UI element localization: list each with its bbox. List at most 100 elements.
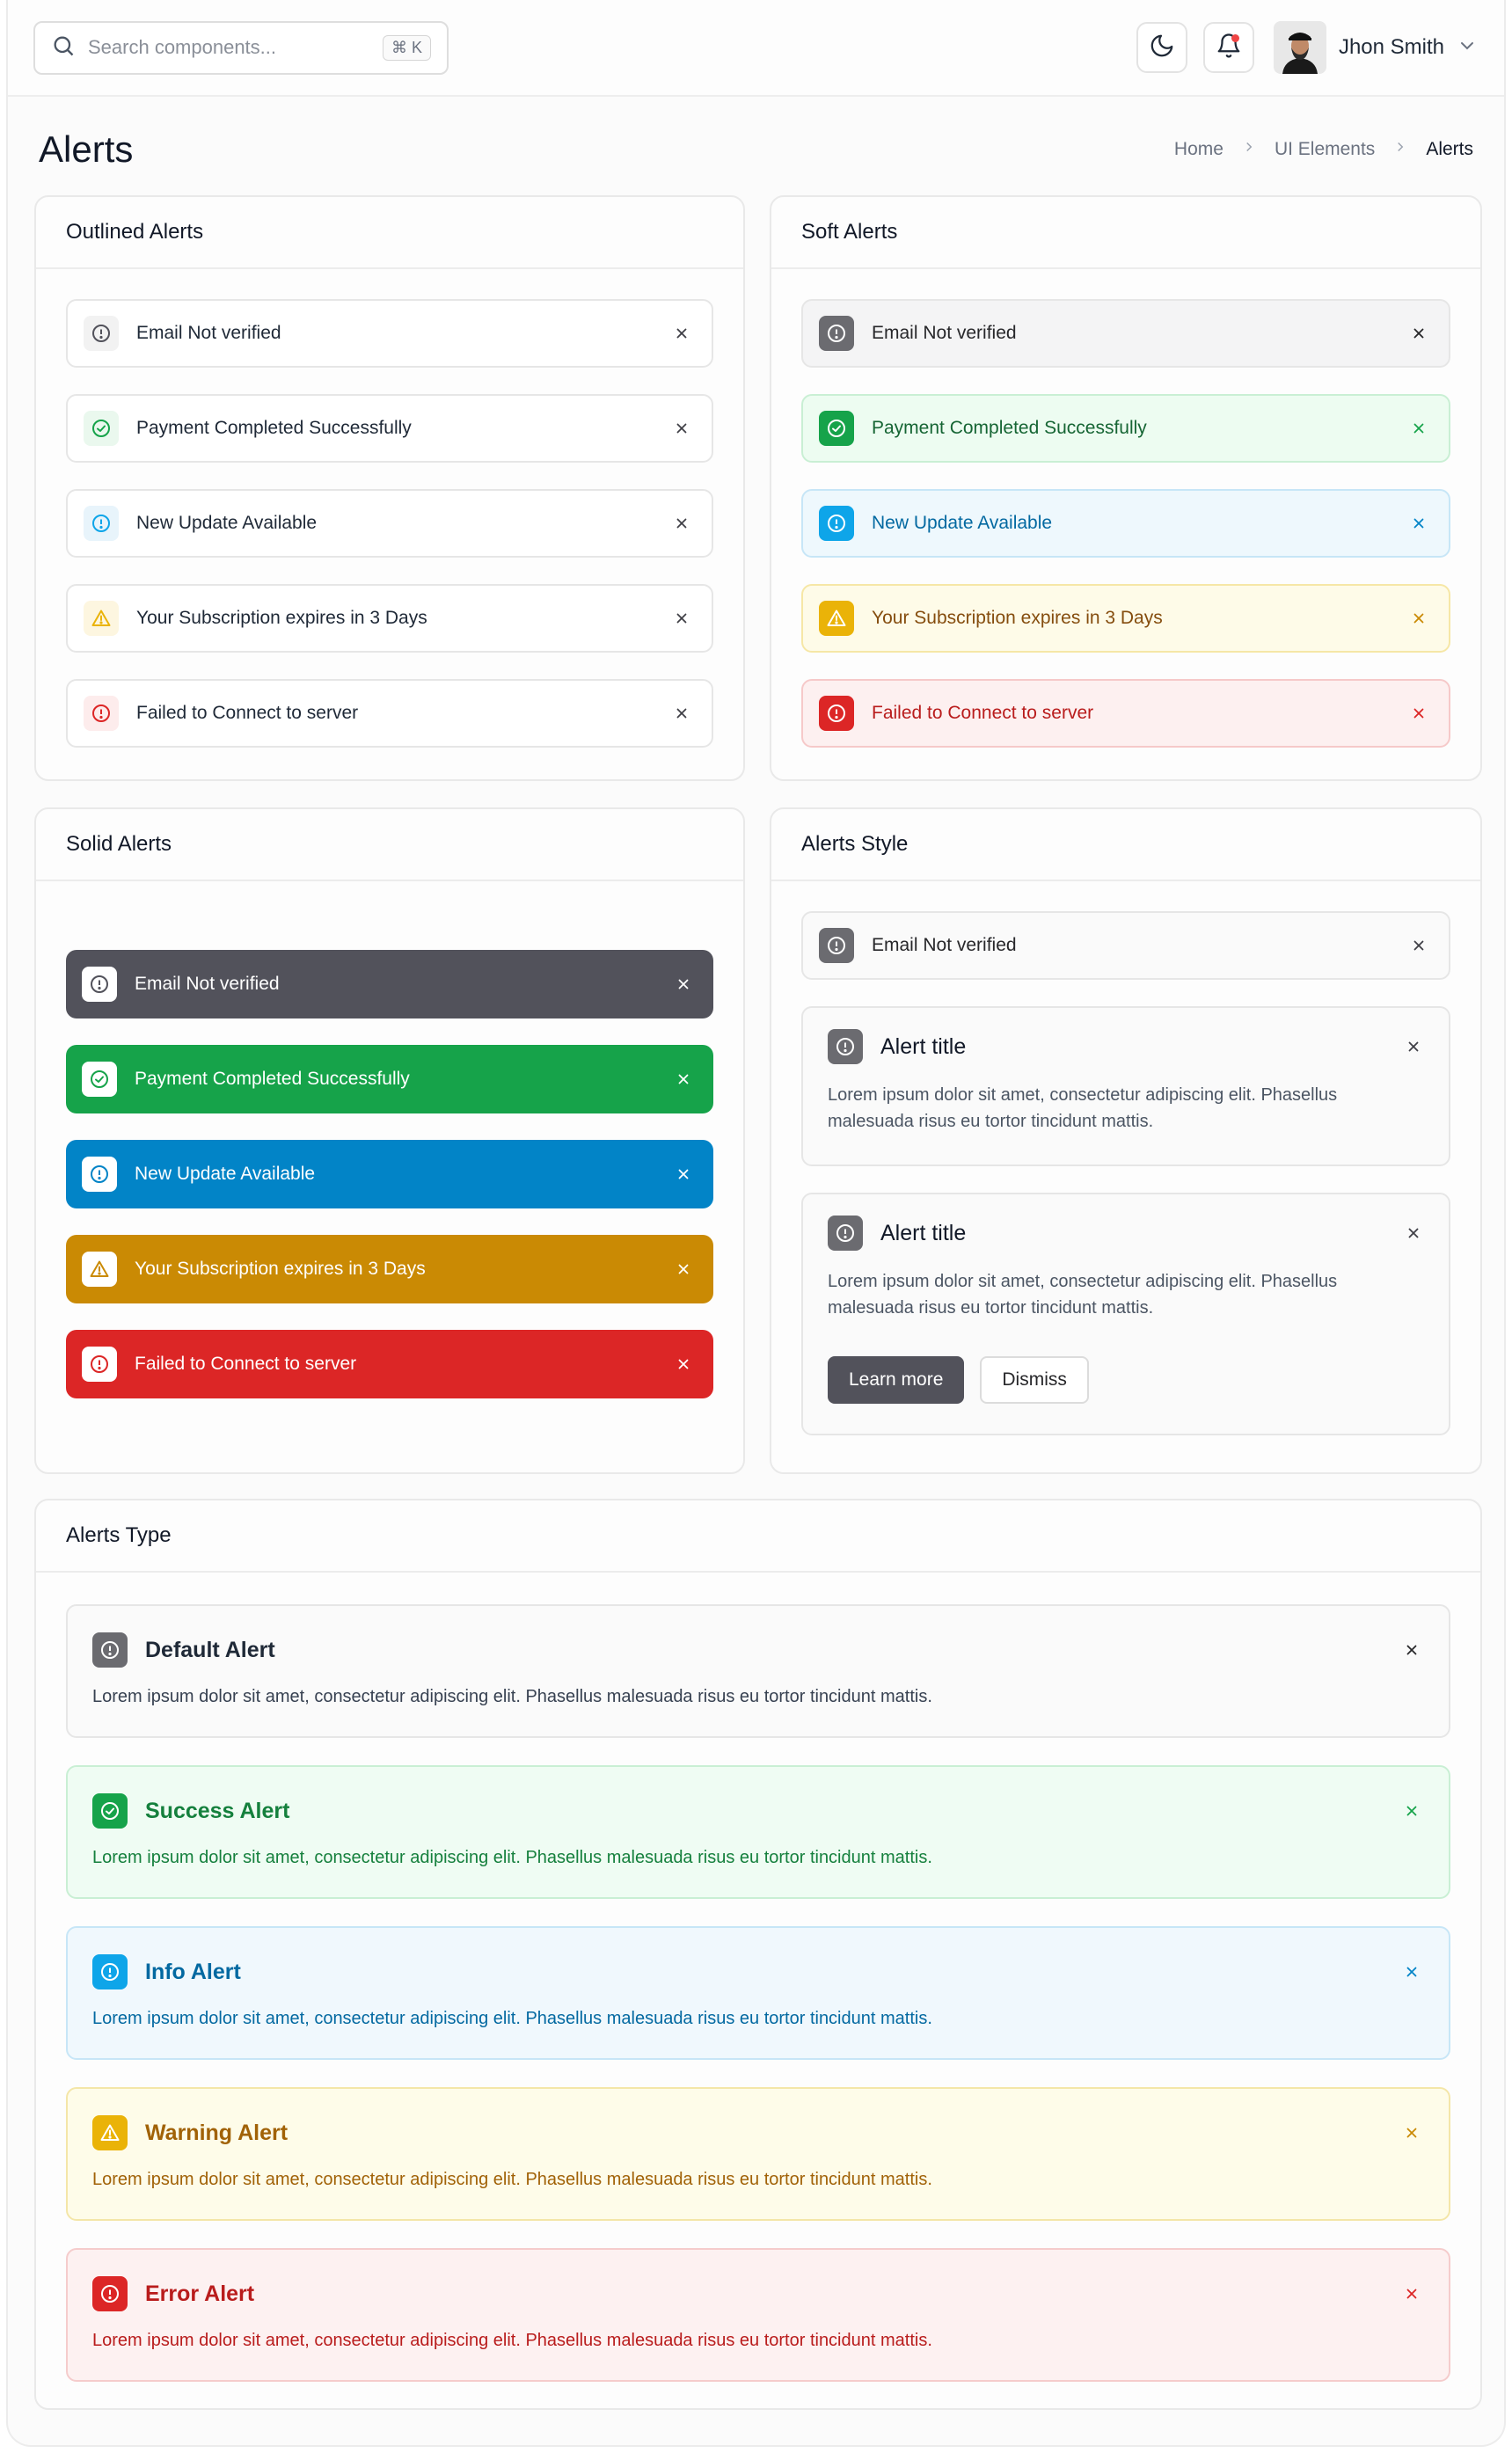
theme-toggle-button[interactable] — [1136, 22, 1187, 73]
alert-item: Email Not verified — [66, 950, 713, 1018]
notifications-button[interactable] — [1202, 22, 1254, 73]
alert-header: Info Alert — [92, 1954, 1422, 1989]
alert-type-item: Error Alert Lorem ipsum dolor sit amet, c… — [66, 2248, 1450, 2382]
alert-item: Failed to Connect to server — [66, 679, 713, 748]
alert-title: Default Alert — [145, 1637, 275, 1662]
close-icon[interactable] — [1408, 418, 1429, 439]
email-not-verified-alert: Email Not verified — [801, 911, 1450, 980]
close-icon[interactable] — [671, 323, 692, 344]
close-icon[interactable] — [671, 418, 692, 439]
alert-title: Error Alert — [145, 2281, 255, 2306]
alert-item: Email Not verified — [66, 299, 713, 368]
info-circle-icon — [84, 316, 119, 351]
close-icon[interactable] — [1403, 1036, 1424, 1057]
alert-header: Warning Alert — [92, 2115, 1422, 2150]
alert-description: Lorem ipsum dolor sit amet, consectetur … — [92, 1687, 932, 1706]
alert-label: Payment Completed Successfully — [136, 418, 412, 438]
learn-more-button[interactable]: Learn more — [828, 1356, 965, 1404]
check-circle-icon — [84, 411, 119, 446]
close-icon[interactable] — [1401, 1639, 1422, 1661]
alert-description: Lorem ipsum dolor sit amet, consectetur … — [92, 2170, 932, 2189]
check-circle-icon — [92, 1793, 128, 1829]
search-icon — [51, 33, 76, 62]
close-icon[interactable] — [1401, 1961, 1422, 1982]
alert-label: Email Not verified — [872, 935, 1017, 955]
moon-icon — [1149, 33, 1175, 63]
card-title: Outlined Alerts — [36, 197, 743, 269]
alert-header: Alert title — [828, 1029, 1424, 1064]
page-title: Alerts — [39, 128, 134, 170]
alert-label: Payment Completed Successfully — [135, 1069, 410, 1089]
alert-item: Email Not verified — [801, 299, 1450, 368]
card-body: Email Not verified Payment Completed Succ… — [771, 269, 1480, 779]
alert-label: Your Subscription expires in 3 Days — [872, 608, 1163, 628]
close-icon[interactable] — [1401, 2122, 1422, 2143]
header-actions: Jhon Smith — [1136, 21, 1478, 74]
card-title: Soft Alerts — [771, 197, 1480, 269]
alert-label: Email Not verified — [136, 323, 281, 343]
alert-label: Failed to Connect to server — [135, 1354, 357, 1374]
alert-label: Failed to Connect to server — [136, 703, 359, 723]
breadcrumb-ui-elements[interactable]: UI Elements — [1275, 139, 1375, 160]
card-body: Email Not verified Payment Completed Succ… — [36, 881, 743, 1455]
close-icon[interactable] — [1403, 1223, 1424, 1244]
close-icon[interactable] — [1408, 608, 1429, 629]
info-circle-icon — [84, 506, 119, 541]
chevron-right-icon — [1392, 139, 1408, 160]
breadcrumb-home[interactable]: Home — [1174, 139, 1223, 160]
close-icon[interactable] — [673, 1069, 694, 1090]
solid-alerts-card: Solid Alerts Email Not verified Payment C… — [34, 807, 745, 1474]
alerts-type-card: Alerts Type Default Alert Lorem ipsum dol… — [34, 1499, 1482, 2410]
alert-with-actions: Alert title Lorem ipsum dolor sit amet, … — [801, 1193, 1450, 1435]
close-icon[interactable] — [671, 513, 692, 534]
close-icon[interactable] — [1408, 323, 1429, 344]
notification-dot — [1231, 34, 1239, 42]
alert-label: Email Not verified — [135, 974, 280, 994]
chevron-down-icon — [1457, 35, 1478, 61]
alert-description: Lorem ipsum dolor sit amet, consectetur … — [828, 1272, 1338, 1318]
close-icon[interactable] — [671, 608, 692, 629]
check-circle-icon — [82, 1062, 117, 1097]
alert-title: Alert title — [880, 1220, 967, 1245]
dismiss-button[interactable]: Dismiss — [980, 1356, 1089, 1404]
card-title: Alerts Type — [36, 1500, 1480, 1573]
alert-header: Success Alert — [92, 1793, 1422, 1829]
info-circle-icon — [82, 967, 117, 1002]
alert-item: Your Subscription expires in 3 Days — [801, 584, 1450, 653]
alert-actions: Learn more Dismiss — [828, 1356, 1424, 1404]
alert-item: Payment Completed Successfully — [66, 394, 713, 463]
search-placeholder: Search components... — [88, 36, 277, 58]
alert-item: Payment Completed Successfully — [801, 394, 1450, 463]
alert-description: Lorem ipsum dolor sit amet, consectetur … — [92, 2009, 932, 2028]
close-icon[interactable] — [673, 974, 694, 995]
alert-label: New Update Available — [136, 513, 318, 533]
alert-label: Payment Completed Successfully — [872, 418, 1147, 438]
chevron-right-icon — [1241, 139, 1257, 160]
close-icon[interactable] — [1401, 2283, 1422, 2304]
close-icon[interactable] — [673, 1164, 694, 1185]
user-menu[interactable]: Jhon Smith — [1273, 21, 1478, 74]
alert-type-item: Success Alert Lorem ipsum dolor sit amet,… — [66, 1765, 1450, 1899]
close-icon[interactable] — [1401, 1800, 1422, 1821]
breadcrumb-current: Alerts — [1426, 139, 1473, 159]
error-circle-icon — [82, 1347, 117, 1382]
alert-item: Your Subscription expires in 3 Days — [66, 584, 713, 653]
info-circle-icon — [828, 1216, 863, 1251]
alert-label: New Update Available — [135, 1164, 316, 1184]
close-icon[interactable] — [671, 703, 692, 724]
alert-type-item: Info Alert Lorem ipsum dolor sit amet, co… — [66, 1926, 1450, 2060]
info-circle-icon — [92, 1632, 128, 1668]
search-shortcut: ⌘ K — [382, 34, 431, 61]
close-icon[interactable] — [1408, 935, 1429, 956]
search-input[interactable]: Search components... ⌘ K — [33, 20, 449, 75]
alert-label: Failed to Connect to server — [872, 703, 1094, 723]
alert-type-item: Default Alert Lorem ipsum dolor sit amet,… — [66, 1604, 1450, 1738]
error-circle-icon — [819, 696, 854, 731]
alert-item: New Update Available — [66, 1140, 713, 1208]
close-icon[interactable] — [673, 1354, 694, 1375]
close-icon[interactable] — [1408, 703, 1429, 724]
top-bar: Search components... ⌘ K Jhon Smith — [8, 0, 1504, 97]
close-icon[interactable] — [673, 1259, 694, 1280]
close-icon[interactable] — [1408, 513, 1429, 534]
alert-with-description: Alert title Lorem ipsum dolor sit amet, … — [801, 1006, 1450, 1166]
